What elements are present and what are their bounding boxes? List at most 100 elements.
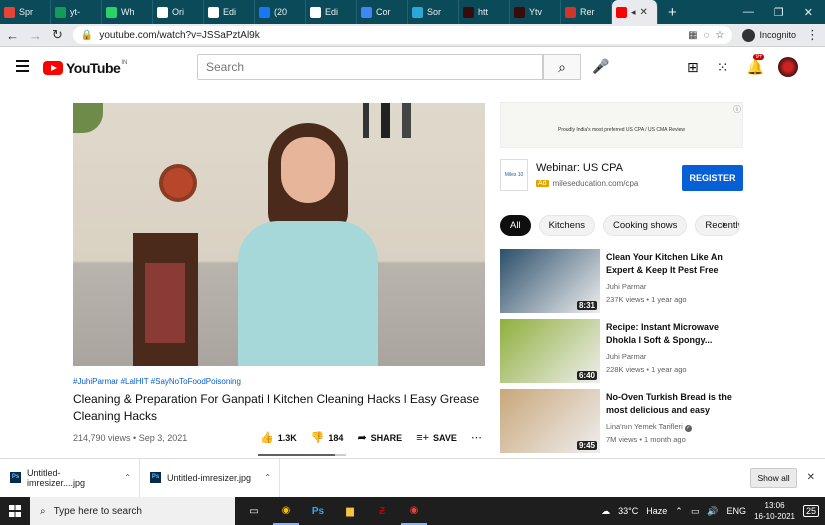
chevron-right-icon[interactable]: ›: [722, 219, 726, 231]
channel-name[interactable]: Juhi Parmar: [606, 282, 646, 291]
clock[interactable]: 13:06 16-10-2021: [754, 500, 795, 522]
download-item[interactable]: Ps Untitled-imresizer.jpg ⌃: [140, 458, 280, 497]
incognito-indicator[interactable]: Incognito: [742, 28, 796, 42]
weather-icon[interactable]: ☁: [601, 506, 610, 517]
filezilla-icon[interactable]: Ƶ: [369, 497, 395, 525]
weather-desc[interactable]: Haze: [646, 506, 667, 516]
register-button[interactable]: REGISTER: [682, 165, 743, 191]
filter-chip[interactable]: Kitchens: [538, 215, 595, 236]
filter-chip[interactable]: All: [500, 215, 531, 236]
browser-tab[interactable]: Spr: [0, 0, 51, 24]
reload-icon[interactable]: ↻: [52, 27, 63, 43]
playlist-add-icon: ≡+: [416, 431, 430, 444]
volume-icon[interactable]: 🔊: [707, 506, 718, 517]
recommended-video[interactable]: 9:45 No-Oven Turkish Bread is the most de…: [500, 389, 740, 455]
lock-icon[interactable]: 🔒: [81, 30, 93, 41]
photoshop-file-icon: Ps: [150, 472, 161, 483]
recommended-video[interactable]: 6:40 Recipe: Instant Microwave Dhokla l S…: [500, 319, 740, 385]
omnibox[interactable]: 🔒 youtube.com/watch?v=JSSaPztAl9k ▦ ◌ ☆: [72, 26, 733, 44]
close-window-icon[interactable]: ✕: [804, 6, 813, 19]
star-icon[interactable]: ☆: [716, 30, 725, 41]
tab-active-youtube[interactable]: ◂ ✕: [612, 0, 658, 24]
start-button[interactable]: [0, 497, 30, 525]
share-button[interactable]: ➦ SHARE: [357, 431, 402, 444]
restore-icon[interactable]: ❐: [774, 6, 784, 19]
chevron-up-icon[interactable]: ⌃: [264, 473, 279, 482]
browser-tab[interactable]: Edi: [204, 0, 255, 24]
video-thumbnail[interactable]: 8:31: [500, 249, 600, 313]
tab-title: (20: [274, 7, 288, 17]
video-hashtags[interactable]: #JuhiParmar #LalHIT #SayNoToFoodPoisonin…: [73, 377, 241, 386]
chevron-up-icon[interactable]: ⌃: [124, 473, 139, 482]
weather-temp[interactable]: 33°C: [618, 506, 638, 516]
like-count: 1.3K: [277, 432, 297, 443]
eye-off-icon[interactable]: ◌: [704, 30, 710, 41]
qr-icon[interactable]: ▦: [688, 30, 697, 41]
file-explorer-icon[interactable]: ▆: [337, 497, 363, 525]
search-button[interactable]: ⌕: [543, 54, 581, 80]
tab-title: yt-: [70, 7, 80, 17]
video-player[interactable]: [73, 103, 485, 366]
ad-banner-text: Proudly India's most preferred US CPA / …: [557, 127, 686, 133]
like-button[interactable]: 👍 1.3K: [260, 431, 297, 444]
browser-tab[interactable]: (20: [255, 0, 306, 24]
notification-center-icon[interactable]: 25: [802, 505, 819, 517]
recommended-video[interactable]: 8:31 Clean Your Kitchen Like An Expert & …: [500, 249, 740, 315]
taskbar-search[interactable]: ⌕ Type here to search: [30, 497, 235, 525]
hamburger-menu-icon[interactable]: [16, 60, 29, 75]
url-text[interactable]: youtube.com/watch?v=JSSaPztAl9k: [99, 30, 682, 41]
tab-title: Sor: [427, 7, 442, 17]
download-filename: Untitled-imresizer....jpg: [26, 467, 85, 488]
filter-chip[interactable]: Recently u: [695, 215, 741, 236]
browser-tab[interactable]: Rer: [561, 0, 612, 24]
language-indicator[interactable]: ENG: [727, 506, 747, 516]
recommended-title[interactable]: Recipe: Instant Microwave Dhokla l Soft …: [606, 321, 734, 347]
youtube-logo[interactable]: YouTube IN: [43, 60, 127, 76]
account-avatar[interactable]: [778, 57, 798, 77]
close-downloads-icon[interactable]: ✕: [807, 472, 815, 483]
network-icon[interactable]: ▭: [691, 506, 700, 517]
save-button[interactable]: ≡+ SAVE: [416, 432, 457, 444]
more-menu-icon[interactable]: ⋮: [806, 27, 819, 43]
chrome-icon[interactable]: ◉: [273, 497, 299, 525]
browser-tab[interactable]: Cor: [357, 0, 408, 24]
channel-name[interactable]: Juhi Parmar: [606, 352, 646, 361]
browser-tab[interactable]: Wh: [102, 0, 153, 24]
back-icon[interactable]: ←: [6, 28, 19, 43]
ad-card[interactable]: Miles 10 Webinar: US CPA Ad mileseducati…: [500, 157, 743, 197]
more-actions-button[interactable]: ⋯: [471, 431, 482, 444]
video-thumbnail[interactable]: 9:45: [500, 389, 600, 453]
video-thumbnail[interactable]: 6:40: [500, 319, 600, 383]
new-tab-button[interactable]: +: [658, 4, 687, 21]
apps-grid-icon[interactable]: ⁙: [717, 59, 729, 76]
search-input[interactable]: [197, 54, 543, 80]
chevron-up-icon[interactable]: ⌃: [675, 506, 683, 517]
browser-tab[interactable]: Sor: [408, 0, 459, 24]
browser-tab[interactable]: Ori: [153, 0, 204, 24]
channel-name-text: Lina'nın Yemek Tarifleri: [606, 422, 683, 431]
channel-name-text: Juhi Parmar: [606, 352, 647, 361]
ad-title[interactable]: Webinar: US CPA: [536, 162, 623, 174]
photoshop-icon[interactable]: Ps: [305, 497, 331, 525]
microphone-icon[interactable]: 🎤: [592, 58, 609, 75]
download-item[interactable]: Ps Untitled-imresizer....jpg ⌃: [0, 458, 140, 497]
browser-tab[interactable]: Ytv: [510, 0, 561, 24]
browser-tab[interactable]: yt-: [51, 0, 102, 24]
notifications-bell-icon[interactable]: 🔔 9+: [746, 54, 765, 76]
forward-icon[interactable]: →: [29, 28, 42, 43]
show-all-downloads-button[interactable]: Show all: [750, 467, 797, 488]
create-video-icon[interactable]: ⊞: [687, 59, 699, 76]
ad-banner[interactable]: Proudly India's most preferred US CPA / …: [500, 102, 743, 148]
channel-name[interactable]: Lina'nın Yemek Tarifleri ✓: [606, 422, 692, 432]
ad-info-icon[interactable]: ⓘ: [733, 104, 741, 115]
dislike-button[interactable]: 👎 184: [311, 431, 344, 444]
browser-tab[interactable]: Edi: [306, 0, 357, 24]
close-icon[interactable]: ✕: [640, 7, 648, 18]
chrome-incognito-icon[interactable]: ◉: [401, 497, 427, 525]
browser-tab[interactable]: htt: [459, 0, 510, 24]
recommended-title[interactable]: No-Oven Turkish Bread is the most delici…: [606, 391, 734, 417]
minimize-icon[interactable]: —: [743, 6, 754, 19]
task-view-icon[interactable]: ▭: [241, 497, 267, 525]
recommended-title[interactable]: Clean Your Kitchen Like An Expert & Keep…: [606, 251, 734, 277]
filter-chip[interactable]: Cooking shows: [603, 215, 688, 236]
